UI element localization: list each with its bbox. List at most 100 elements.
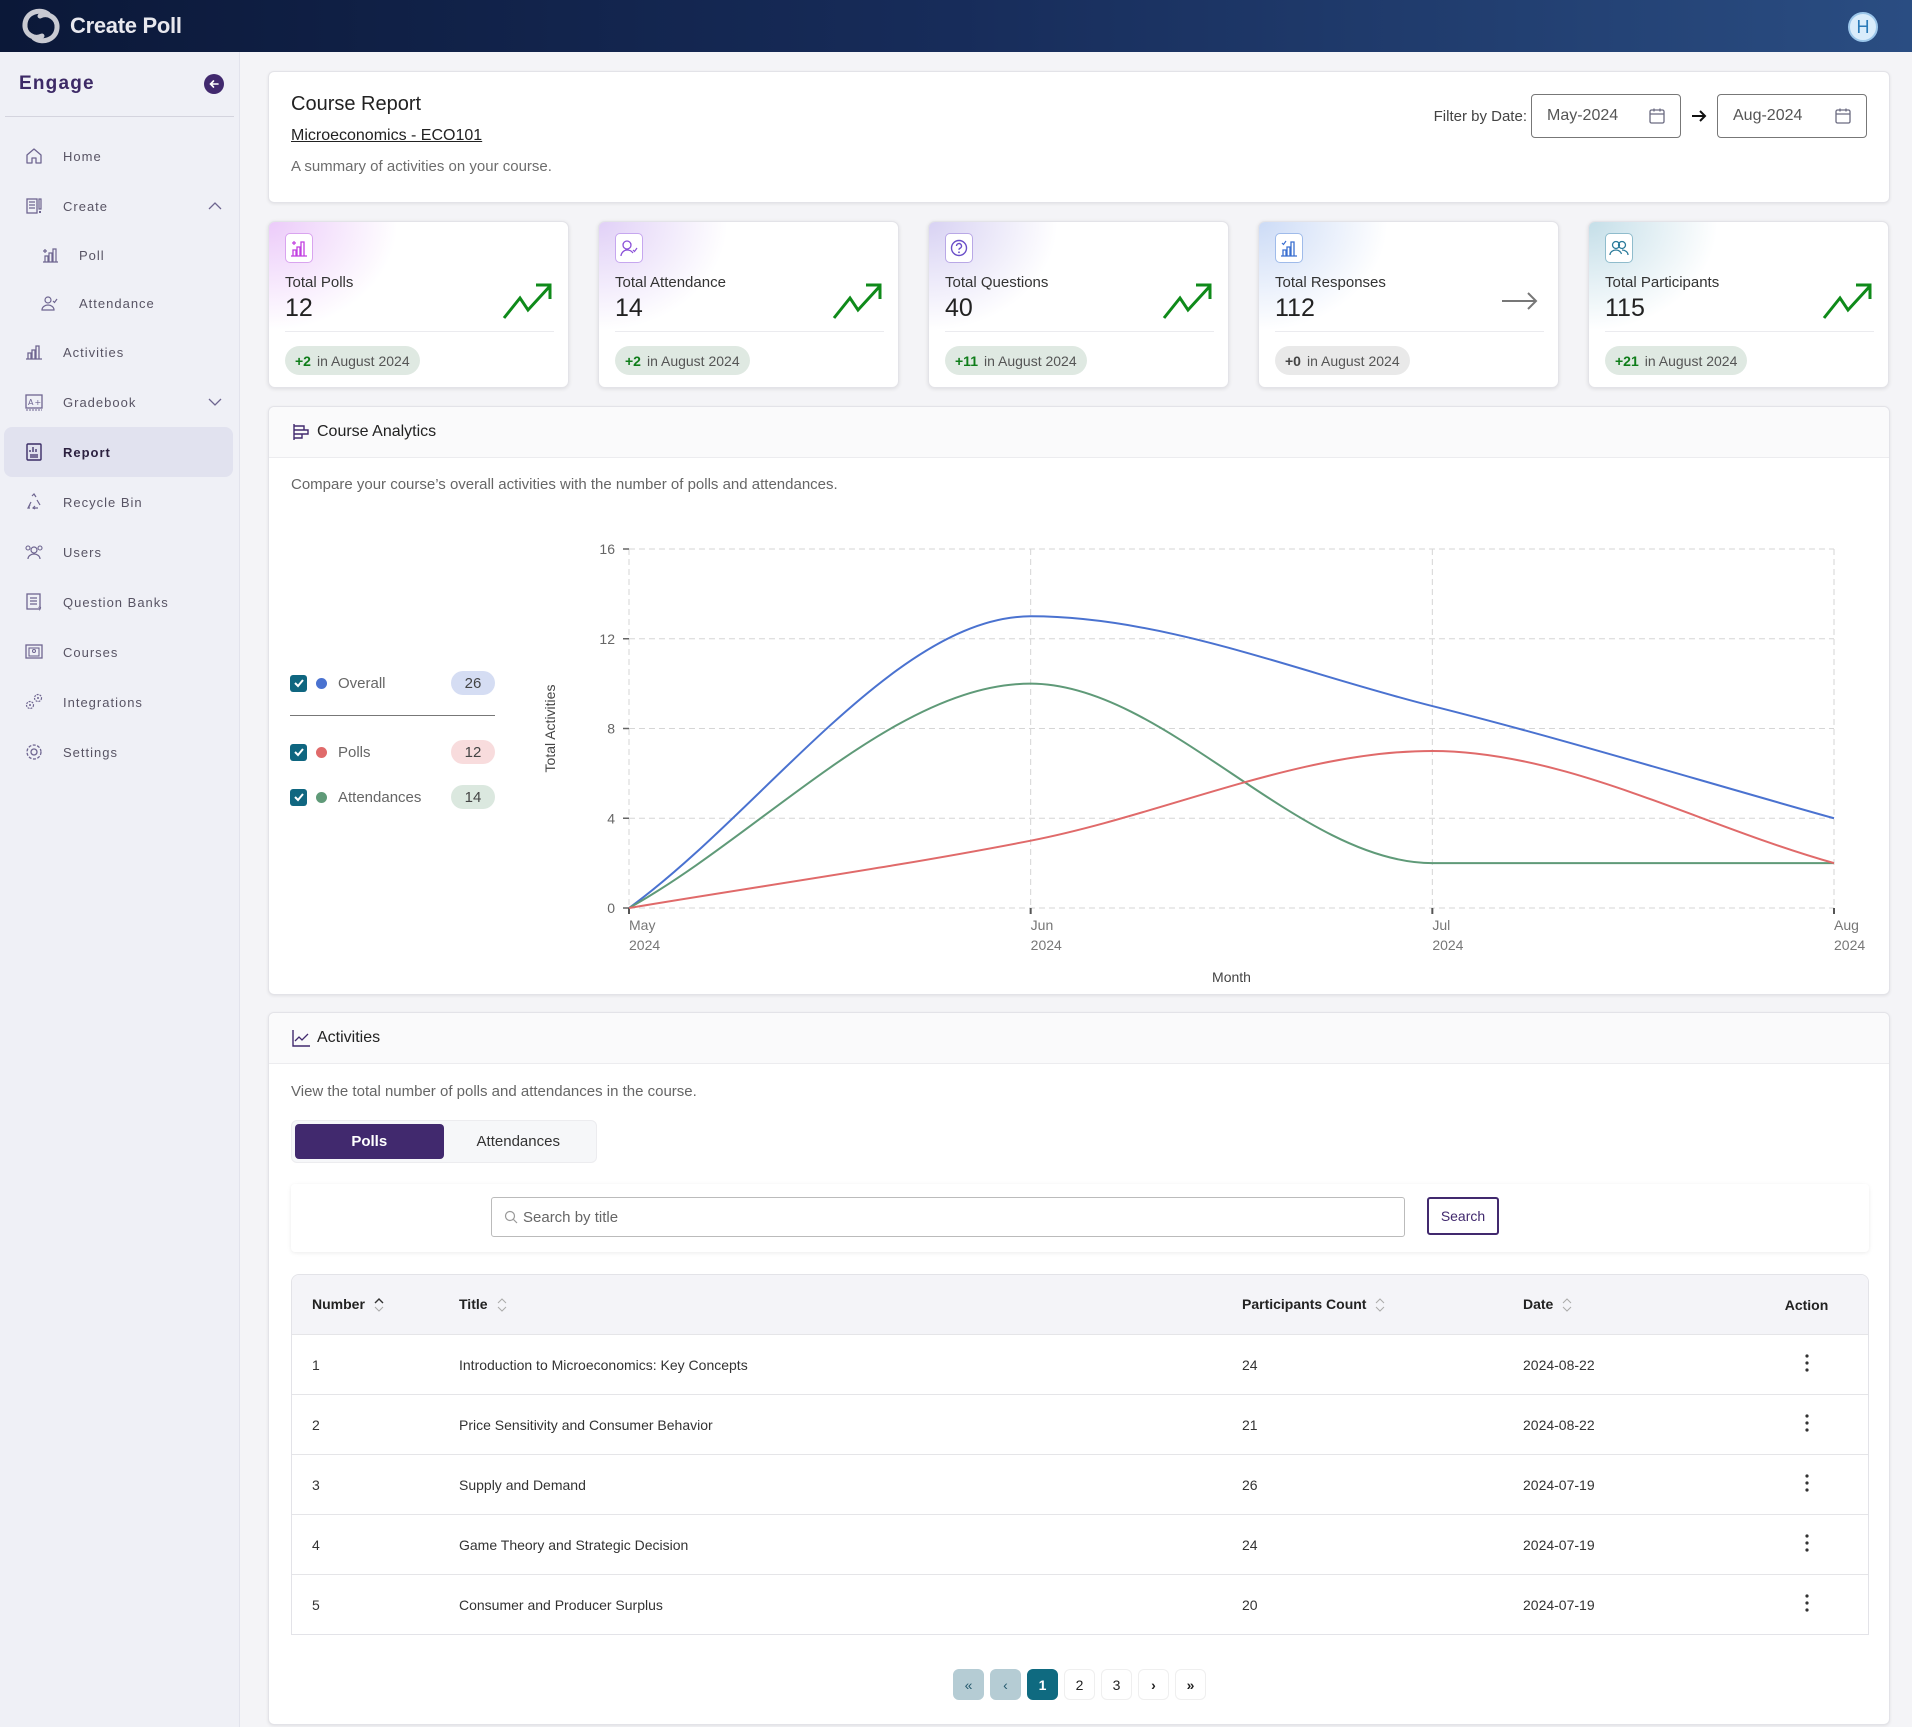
attendance-icon [615,233,643,263]
series-line-attendances [628,682,1834,909]
stat-value: 14 [615,294,643,322]
trend-flat-icon [1502,292,1538,310]
sidebar-header: Engage [5,52,234,117]
row-actions[interactable] [1755,1594,1868,1615]
page-button-1[interactable]: 1 [1027,1669,1058,1700]
sidebar-item-question-banks[interactable]: ? Question Banks [4,577,233,627]
activities-icon [24,342,44,362]
sidebar-item-gradebook[interactable]: A+ Gradebook [4,377,233,427]
row-actions[interactable] [1755,1354,1868,1375]
sidebar-item-recycle-bin[interactable]: Recycle Bin [4,477,233,527]
divider [1605,331,1874,332]
create-icon [24,196,44,216]
sidebar-item-activities[interactable]: Activities [4,327,233,377]
cell-participants: 24 [1242,1536,1258,1553]
sidebar-item-label: Activities [63,344,125,360]
filter-label: Filter by Date: [1433,107,1527,125]
y-axis-label: Total Activities [542,685,558,773]
search-icon [504,1210,518,1224]
table-row[interactable]: 3 Supply and Demand 26 2024-07-19 [292,1454,1868,1514]
y-tick-label: 0 [607,900,615,916]
sidebar-item-report[interactable]: Report [4,427,233,477]
y-tick-label: 4 [607,810,615,826]
more-vertical-icon [1804,1534,1809,1552]
cell-participants: 26 [1242,1476,1258,1493]
trend-up-icon [1822,283,1872,319]
trend-up-icon [832,283,882,319]
stat-change-badge: +11 in August 2024 [945,346,1087,375]
page-button-3[interactable]: 3 [1101,1669,1132,1700]
table-row[interactable]: 1 Introduction to Microeconomics: Key Co… [292,1334,1868,1394]
tab-polls[interactable]: Polls [295,1124,444,1159]
chart-lines [628,615,1835,909]
column-title[interactable]: Title [459,1296,1242,1313]
search-bar: Search by title Search [291,1184,1869,1252]
first-page-button[interactable]: « [953,1669,984,1700]
date-from-picker[interactable]: May-2024 [1531,94,1681,138]
prev-page-button[interactable]: ‹ [990,1669,1021,1700]
date-from-value: May-2024 [1547,107,1619,124]
sidebar-item-courses[interactable]: Courses [4,627,233,677]
x-tick-label: Jul [1432,917,1450,933]
sidebar-item-label: Recycle Bin [63,494,143,510]
course-link[interactable]: Microeconomics - ECO101 [291,127,482,145]
chevron-up-icon [208,202,222,210]
search-button[interactable]: Search [1427,1197,1499,1235]
column-participants[interactable]: Participants Count [1242,1296,1523,1313]
row-actions[interactable] [1755,1474,1868,1495]
stat-card-total-responses: Total Responses 112 +0 in August 2024 [1258,221,1559,388]
svg-text:?: ? [38,607,42,612]
table-row[interactable]: 4 Game Theory and Strategic Decision 24 … [292,1514,1868,1574]
course-report-card: Course Report Microeconomics - ECO101 A … [268,71,1890,203]
sidebar: Engage Home Create Poll Attendance Activ… [0,52,240,1727]
courses-icon [24,642,44,662]
sort-icon [1376,1298,1385,1312]
stat-card-total-attendance: Total Attendance 14 +2 in August 2024 [598,221,899,388]
sidebar-item-integrations[interactable]: Integrations [4,677,233,727]
sidebar-nav: Home Create Poll Attendance Activities A… [0,131,239,777]
stat-card-total-questions: Total Questions 40 +11 in August 2024 [928,221,1229,388]
sidebar-item-label: Settings [63,744,118,760]
sidebar-item-users[interactable]: Users [4,527,233,577]
page-button-2[interactable]: 2 [1064,1669,1095,1700]
row-actions[interactable] [1755,1534,1868,1555]
user-avatar[interactable]: H [1848,12,1878,42]
brand[interactable]: Create Poll [20,8,182,44]
sidebar-item-settings[interactable]: Settings [4,727,233,777]
x-tick-label: Aug [1834,917,1859,933]
sidebar-item-create[interactable]: Create [4,181,233,231]
tab-attendances[interactable]: Attendances [444,1124,594,1159]
row-actions[interactable] [1755,1414,1868,1435]
activities-description: View the total number of polls and atten… [291,1083,697,1100]
stat-change-badge: +0 in August 2024 [1275,346,1410,375]
responses-icon [1275,233,1303,263]
stat-card-total-polls: Total Polls 12 +2 in August 2024 [268,221,569,388]
date-to-picker[interactable]: Aug-2024 [1717,94,1867,138]
column-number[interactable]: Number [292,1296,459,1313]
sidebar-item-label: Courses [63,644,119,660]
column-action: Action [1784,1296,1829,1313]
collapse-sidebar-button[interactable] [204,74,224,94]
x-tick-label: Jun [1031,917,1054,933]
integrations-icon [24,692,44,712]
sidebar-item-label: Create [63,198,109,214]
last-page-button[interactable]: » [1175,1669,1206,1700]
stat-label: Total Questions [945,274,1049,291]
more-vertical-icon [1804,1594,1809,1612]
cell-number: 1 [312,1356,320,1373]
table-row[interactable]: 5 Consumer and Producer Surplus 20 2024-… [292,1574,1868,1634]
participants-icon [1605,233,1633,263]
search-placeholder: Search by title [523,1208,619,1226]
more-vertical-icon [1804,1354,1809,1372]
sidebar-item-label: Question Banks [63,594,169,610]
table-row[interactable]: 2 Price Sensitivity and Consumer Behavio… [292,1394,1868,1454]
sidebar-item-poll[interactable]: Poll [4,231,233,279]
sidebar-item-home[interactable]: Home [4,131,233,181]
sort-icon [497,1298,506,1312]
sidebar-item-attendance[interactable]: Attendance [4,279,233,327]
column-date[interactable]: Date [1523,1296,1755,1313]
search-input[interactable]: Search by title [491,1197,1405,1237]
next-page-button[interactable]: › [1138,1669,1169,1700]
course-analytics-card: Course Analytics Compare your course’s o… [268,406,1890,995]
sort-icon [374,1298,384,1312]
